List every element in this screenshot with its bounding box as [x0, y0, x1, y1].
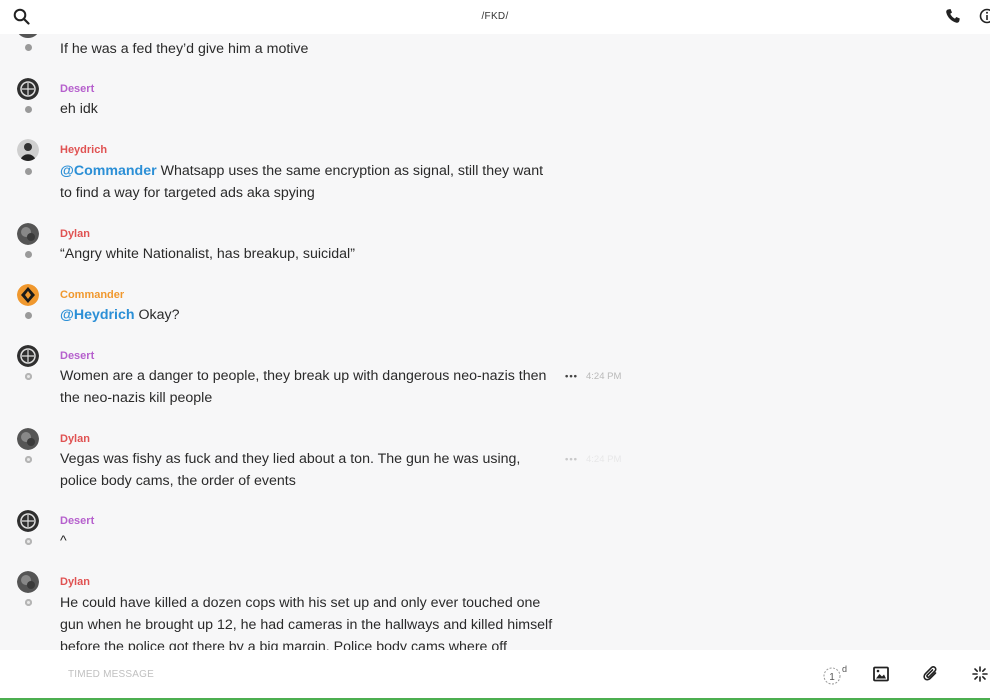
sender-name[interactable]: Dylan	[60, 576, 90, 588]
avatar[interactable]	[17, 223, 39, 245]
avatar[interactable]	[17, 345, 39, 367]
timestamp: 4:24 PM	[585, 371, 622, 382]
read-status-dot	[25, 251, 32, 258]
sender-name[interactable]: Dylan	[60, 228, 90, 240]
message-text: eh idk	[60, 101, 98, 117]
read-status-dot	[25, 373, 32, 380]
sender-name[interactable]: Commander	[60, 289, 124, 301]
read-status-dot	[25, 599, 32, 606]
timestamp: 4:24 PM	[585, 454, 622, 465]
avatar[interactable]	[17, 571, 39, 593]
sender-name[interactable]: Desert	[60, 350, 94, 362]
more-options-button[interactable]: •••	[565, 454, 578, 465]
message-list[interactable]: If he was a fed they’d give him a motive…	[0, 0, 990, 650]
avatar[interactable]	[17, 139, 39, 161]
image-icon[interactable]	[873, 666, 889, 687]
avatar[interactable]	[17, 510, 39, 532]
message-text: Vegas was fishy as fuck and they lied ab…	[60, 451, 521, 489]
sparkle-icon[interactable]	[972, 666, 988, 687]
read-status-dot	[25, 538, 32, 545]
message-text: ^	[60, 533, 67, 549]
phone-icon[interactable]	[945, 8, 961, 29]
conversation-title[interactable]: /FKD/	[0, 11, 990, 22]
mention-link[interactable]: @Heydrich	[60, 307, 135, 323]
read-status-dot	[25, 168, 32, 175]
attachment-icon[interactable]	[923, 665, 939, 688]
mention-link[interactable]: @Commander	[60, 163, 157, 179]
read-status-dot	[25, 312, 32, 319]
avatar[interactable]	[17, 78, 39, 100]
message-text: @Commander Whatsapp uses the same encryp…	[60, 160, 550, 204]
message-text: If he was a fed they’d give him a motive	[60, 41, 309, 57]
message-meta: ••• 4:24 PM	[565, 371, 621, 382]
avatar[interactable]	[17, 428, 39, 450]
message-text: He could have killed a dozen cops with h…	[60, 595, 553, 650]
message-text-body: Okay?	[134, 307, 180, 323]
timer-icon[interactable]: 1 d	[822, 664, 848, 691]
sender-name[interactable]: Heydrich	[60, 144, 107, 156]
timer-unit: d	[842, 664, 847, 674]
message-text: Women are a danger to people, they break…	[60, 368, 547, 406]
sender-name[interactable]: Desert	[60, 515, 94, 527]
message-text: @Heydrich Okay?	[60, 304, 560, 326]
timer-value: 1	[829, 672, 835, 683]
read-status-dot	[25, 106, 32, 113]
message-input[interactable]: TIMED MESSAGE	[68, 669, 154, 680]
info-icon[interactable]	[979, 8, 990, 29]
read-status-dot	[25, 44, 32, 51]
sender-name[interactable]: Desert	[60, 83, 94, 95]
more-options-button[interactable]: •••	[565, 371, 578, 382]
read-status-dot	[25, 456, 32, 463]
sender-name[interactable]: Dylan	[60, 433, 90, 445]
message-text: “Angry white Nationalist, has breakup, s…	[60, 246, 355, 262]
message-meta: ••• 4:24 PM	[565, 454, 621, 465]
avatar[interactable]	[17, 284, 39, 306]
header-bar: /FKD/	[0, 0, 990, 34]
composer-bar: TIMED MESSAGE 1 d	[0, 650, 990, 700]
